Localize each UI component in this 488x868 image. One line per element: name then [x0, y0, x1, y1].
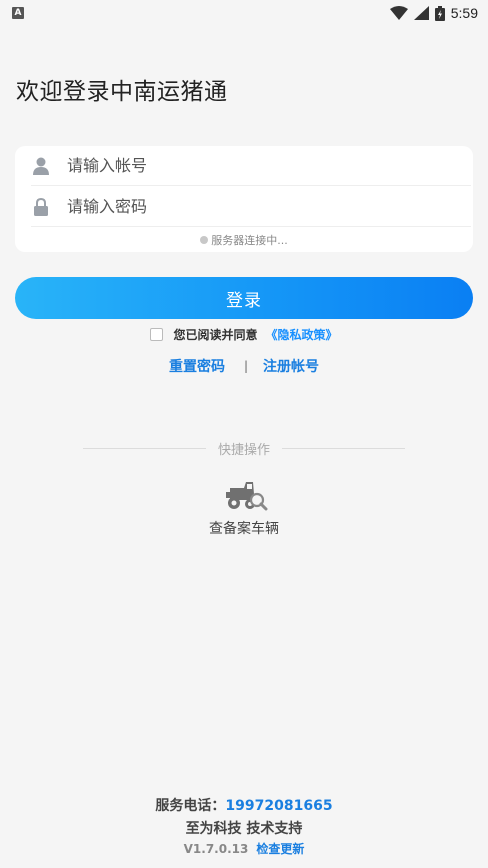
notification-icon: A [12, 7, 24, 19]
tech-support: 至为科技 技术支持 [185, 821, 303, 837]
check-update-link[interactable]: 检查更新 [256, 842, 304, 856]
status-time: 5:59 [450, 5, 478, 21]
agreement-row: 您已阅读并同意 《隐私政策》 [0, 326, 488, 343]
user-icon [32, 157, 50, 175]
quick-ops-header: 快捷操作 [83, 439, 406, 458]
lock-icon [32, 197, 50, 216]
version-row: V1.7.0.13 检查更新 [0, 840, 488, 857]
privacy-policy-link[interactable]: 《隐私政策》 [266, 326, 338, 343]
phone-label: 服务电话： [155, 798, 226, 814]
login-button[interactable]: 登录 [15, 277, 473, 319]
login-form-card: 服务器连接中... [15, 146, 473, 252]
service-phone: 服务电话：19972081665 [0, 795, 488, 815]
agreement-text: 您已阅读并同意 [173, 328, 258, 342]
status-dot-icon [200, 236, 209, 244]
account-input[interactable] [67, 156, 427, 175]
links-separator: | [243, 359, 249, 373]
agreement-checkbox[interactable] [150, 328, 164, 341]
quick-item-vehicle-lookup[interactable]: 查备案车辆 [200, 478, 288, 538]
quick-item-label: 查备案车辆 [209, 521, 279, 537]
tractor-search-icon [226, 482, 268, 511]
connection-status: 服务器连接中... [15, 232, 473, 248]
signal-icon [413, 6, 429, 20]
status-bar: A 5:59 [0, 0, 488, 26]
battery-icon [434, 5, 445, 21]
phone-number-link[interactable]: 19972081665 [225, 798, 332, 814]
password-input[interactable] [67, 197, 427, 216]
divider [282, 447, 406, 449]
wifi-icon [389, 6, 408, 20]
divider [83, 447, 206, 449]
register-link[interactable]: 注册帐号 [263, 356, 319, 376]
page-title: 欢迎登录中南运猪通 [16, 79, 228, 105]
connection-status-text: 服务器连接中... [211, 234, 288, 247]
password-row [31, 187, 471, 227]
account-links: 重置密码 | 注册帐号 [0, 356, 488, 376]
version-text: V1.7.0.13 [183, 842, 249, 856]
account-row [31, 146, 471, 186]
reset-password-link[interactable]: 重置密码 [169, 356, 225, 376]
quick-ops-title: 快捷操作 [218, 442, 271, 458]
